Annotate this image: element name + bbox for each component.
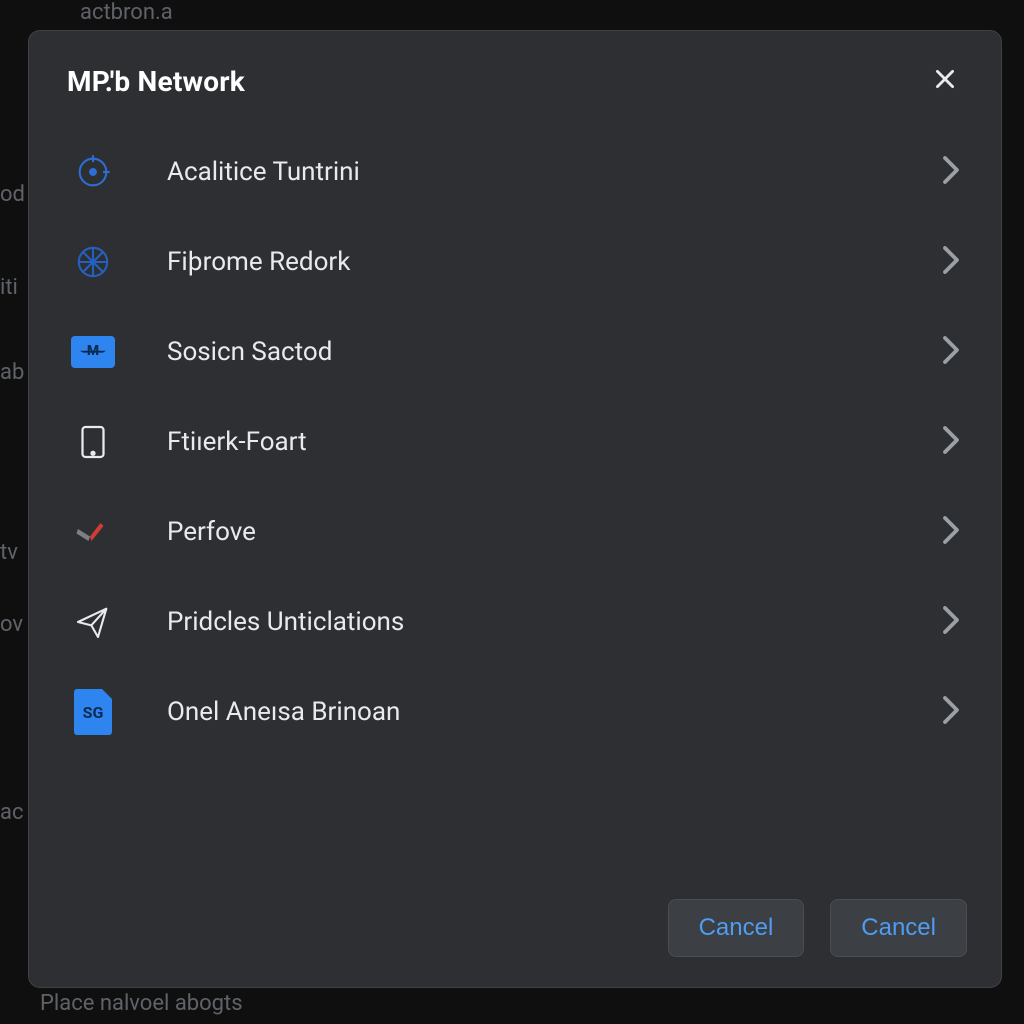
list-item[interactable]: SG Onel Aneısa Brinoan: [61, 667, 991, 757]
mail-icon: M: [67, 326, 119, 378]
file-sg-icon: SG: [67, 686, 119, 738]
target-icon: [67, 146, 119, 198]
background-text-fragment: tv: [0, 540, 18, 565]
network-modal: MP.'b Network Acalitice Tuntrini: [28, 30, 1002, 988]
cancel-button[interactable]: Cancel: [668, 899, 805, 957]
chevron-right-icon: [941, 335, 961, 369]
background-text-fragment: iti: [0, 275, 18, 300]
chevron-right-icon: [941, 605, 961, 639]
list-item-label: Sosicn Sactod: [167, 337, 941, 367]
list-item-label: Onel Aneısa Brinoan: [167, 697, 941, 727]
list-item-label: Ftiıerk-Foart: [167, 427, 941, 457]
list-item-label: Pridcles Unticlations: [167, 607, 941, 637]
tablet-icon: [67, 416, 119, 468]
modal-header: MP.'b Network: [29, 31, 1001, 127]
list-item[interactable]: Fiþrome Redork: [61, 217, 991, 307]
close-icon: [932, 66, 958, 96]
chevron-right-icon: [941, 425, 961, 459]
background-text-fragment: actbron.a: [80, 0, 173, 25]
background-footer-text: Place nalvoel abogts: [40, 991, 243, 1016]
background-text-fragment: ac: [0, 800, 23, 825]
check-icon: [67, 506, 119, 558]
chevron-right-icon: [941, 245, 961, 279]
list-item-label: Fiþrome Redork: [167, 247, 941, 277]
background-text-fragment: od: [0, 182, 25, 207]
compass-icon: [67, 236, 119, 288]
list-item[interactable]: Pridcles Unticlations: [61, 577, 991, 667]
list-item[interactable]: Ftiıerk-Foart: [61, 397, 991, 487]
list-item-label: Perfove: [167, 517, 941, 547]
list-item[interactable]: M Sosicn Sactod: [61, 307, 991, 397]
network-list: Acalitice Tuntrini Fiþrome Redork: [29, 127, 1001, 899]
background-text-fragment: ov: [0, 612, 23, 637]
list-item[interactable]: Perfove: [61, 487, 991, 577]
list-item-label: Acalitice Tuntrini: [167, 157, 941, 187]
chevron-right-icon: [941, 695, 961, 729]
chevron-right-icon: [941, 515, 961, 549]
send-icon: [67, 596, 119, 648]
modal-title: MP.'b Network: [67, 65, 245, 98]
close-button[interactable]: [927, 63, 963, 99]
chevron-right-icon: [941, 155, 961, 189]
modal-footer: Cancel Cancel: [29, 899, 1001, 987]
background-text-fragment: ab: [0, 360, 24, 385]
cancel-button[interactable]: Cancel: [830, 899, 967, 957]
list-item[interactable]: Acalitice Tuntrini: [61, 127, 991, 217]
